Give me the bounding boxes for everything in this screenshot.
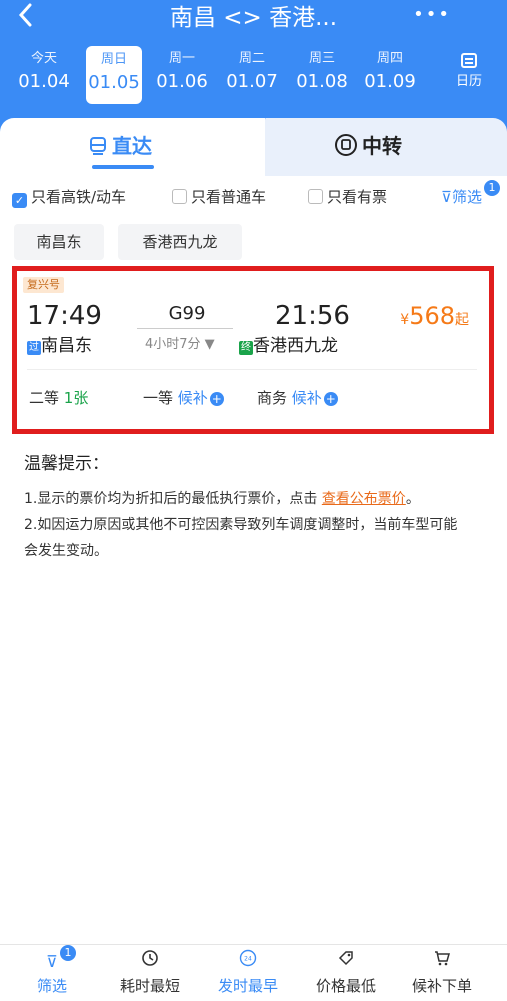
date-item-thu[interactable]: 周四 01.09 xyxy=(360,45,420,103)
filter-available[interactable]: 只看有票 xyxy=(308,186,387,208)
checkbox-checked-icon: ✓ xyxy=(12,193,27,208)
plus-icon: + xyxy=(209,392,224,406)
train-type-tag: 复兴号 xyxy=(23,277,64,293)
filter-badge: 1 xyxy=(484,180,500,196)
filter-screen-button[interactable]: ⊽筛选 xyxy=(441,186,482,208)
to-station: 终香港西九龙 xyxy=(239,336,338,356)
date-item-wed[interactable]: 周三 01.08 xyxy=(292,45,352,103)
station-chip-to[interactable]: 香港西九龙 xyxy=(118,224,242,260)
date-item-mon[interactable]: 周一 01.06 xyxy=(152,45,212,103)
filter-icon: ⊽ xyxy=(46,952,58,971)
station-chip-from[interactable]: 南昌东 xyxy=(14,224,104,260)
tips-panel: 温馨提示： 1.显示的票价均为折扣后的最低执行票价，点击 查看公布票价。 2.如… xyxy=(12,440,483,610)
calendar-icon xyxy=(449,51,489,73)
date-bar: 今天 01.04 周日 01.05 周一 01.06 周二 01.07 周三 0… xyxy=(0,45,507,105)
date-item-selected[interactable]: 周日 01.05 xyxy=(86,46,142,104)
date-item-today[interactable]: 今天 01.04 xyxy=(14,45,74,103)
depart-time: 17:49 xyxy=(27,301,102,331)
seat-business[interactable]: 商务 候补 + xyxy=(257,388,338,408)
route-tabs: 中转 直达 xyxy=(0,118,507,178)
tab-transfer-label: 中转 xyxy=(334,132,402,160)
filter-high-speed[interactable]: ✓ 只看高铁/动车 xyxy=(12,186,126,208)
seat-second-class: 二等 1张 xyxy=(29,389,89,407)
seat-first-class[interactable]: 一等 候补 + xyxy=(143,388,224,408)
time-24-icon: 24 xyxy=(208,949,288,975)
tab-direct[interactable]: 直达 xyxy=(0,118,265,178)
calendar-button[interactable]: 日历 xyxy=(449,51,489,91)
terminal-mark: 终 xyxy=(239,341,253,355)
tab-direct-label: 直达 xyxy=(88,132,152,160)
clock-icon xyxy=(110,949,190,975)
checkbox-icon xyxy=(308,189,323,204)
tab-underline xyxy=(92,165,154,169)
filter-icon: ⊽ xyxy=(441,188,452,206)
train-card[interactable]: 复兴号 17:49 G99 4小时7分 ▼ 21:56 ¥568起 过南昌东 终… xyxy=(12,266,494,434)
svg-text:24: 24 xyxy=(244,956,252,963)
duration[interactable]: 4小时7分 ▼ xyxy=(145,335,215,355)
plus-icon: + xyxy=(323,392,338,406)
bottom-shortest[interactable]: 耗时最短 xyxy=(110,945,190,1001)
tips-title: 温馨提示： xyxy=(24,454,109,474)
bottom-lowest-price[interactable]: 价格最低 xyxy=(306,945,386,1001)
price: ¥568起 xyxy=(400,302,469,330)
nav-bar: 南昌 <> 香港... ••• xyxy=(0,0,507,36)
filter-bar: ✓ 只看高铁/动车 只看普通车 只看有票 ⊽筛选 1 xyxy=(12,180,502,208)
checkbox-icon xyxy=(172,189,187,204)
train-icon xyxy=(90,137,106,155)
from-station: 过南昌东 xyxy=(27,336,92,356)
arrive-time: 21:56 xyxy=(275,301,350,331)
tab-transfer[interactable]: 中转 xyxy=(250,118,507,178)
tips-text: 1.显示的票价均为折扣后的最低执行票价，点击 查看公布票价。 2.如因运力原因或… xyxy=(24,491,458,559)
bottom-waitlist[interactable]: 候补下单 xyxy=(402,945,482,1001)
train-number: G99 xyxy=(168,303,206,324)
bottom-filter-badge: 1 xyxy=(60,945,76,961)
transfer-icon xyxy=(335,134,357,156)
cart-icon xyxy=(402,949,482,975)
date-item-tue[interactable]: 周二 01.07 xyxy=(222,45,282,103)
view-price-link[interactable]: 查看公布票价 xyxy=(322,491,406,507)
price-tag-icon xyxy=(306,949,386,975)
divider xyxy=(27,369,477,370)
bottom-earliest[interactable]: 24 发时最早 xyxy=(208,945,288,1001)
route-line xyxy=(137,328,233,329)
bottom-filter[interactable]: ⊽ 筛选 1 xyxy=(12,945,92,1001)
bottom-bar: ⊽ 筛选 1 耗时最短 24 发时最早 价格最低 候补下单 xyxy=(0,944,507,1001)
filter-normal[interactable]: 只看普通车 xyxy=(172,186,266,208)
pass-mark: 过 xyxy=(27,341,41,355)
more-icon[interactable]: ••• xyxy=(413,4,451,25)
